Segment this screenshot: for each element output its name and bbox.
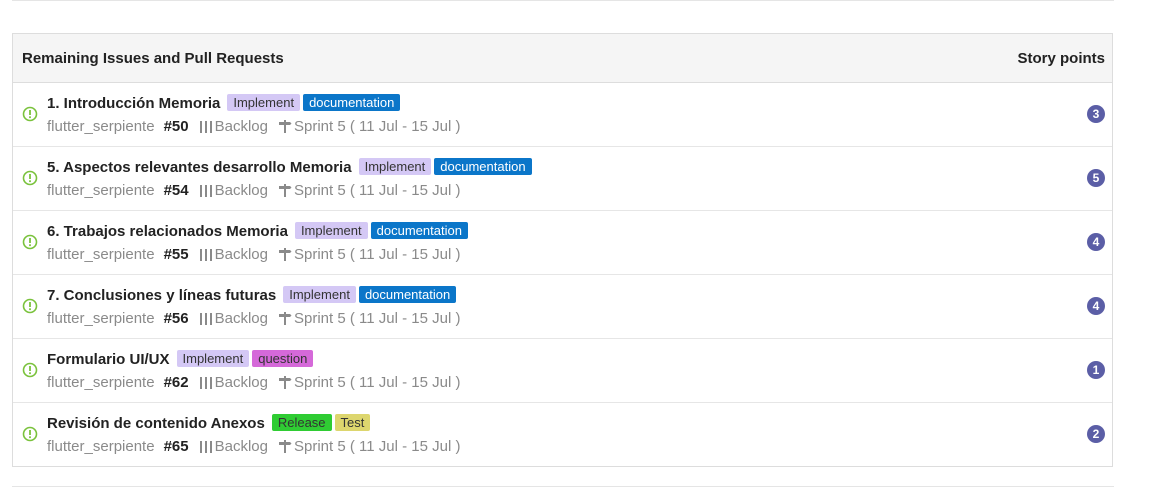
issue-row[interactable]: 5. Aspectos relevantes desarrollo Memori… — [13, 147, 1112, 211]
issue-milestone[interactable]: Sprint 5 ( 11 Jul - 15 Jul ) — [294, 246, 460, 263]
pipeline-icon — [199, 312, 213, 326]
issue-repo[interactable]: flutter_serpiente — [47, 438, 155, 455]
issue-label[interactable]: Implement — [227, 94, 301, 111]
issue-label[interactable]: documentation — [303, 94, 401, 111]
issue-number[interactable]: #56 — [164, 310, 189, 327]
issue-pipeline-status: Backlog — [214, 374, 268, 391]
issue-title[interactable]: 5. Aspectos relevantes desarrollo Memori… — [47, 159, 352, 176]
issue-label[interactable]: Implement — [358, 158, 432, 175]
issue-labels: Release Test — [271, 414, 374, 432]
issue-title-line: 6. Trabajos relacionados Memoria Impleme… — [47, 222, 471, 240]
remaining-issues-panel: Remaining Issues and Pull Requests Story… — [12, 33, 1113, 467]
issue-open-icon — [22, 426, 38, 442]
issue-label[interactable]: documentation — [358, 286, 457, 303]
issue-repo[interactable]: flutter_serpiente — [47, 246, 155, 263]
issue-title[interactable]: Revisión de contenido Anexos — [47, 415, 265, 432]
issue-meta-line: flutter_serpiente #62 Backlog Sprint 5 (… — [47, 374, 460, 391]
issue-pipeline-status: Backlog — [214, 246, 268, 263]
issue-labels: Implement documentation — [358, 158, 535, 176]
issue-row[interactable]: 7. Conclusiones y líneas futuras Impleme… — [13, 275, 1112, 339]
pipeline-icon — [199, 184, 213, 198]
issue-number[interactable]: #50 — [164, 118, 189, 135]
issue-pipeline-status: Backlog — [214, 182, 268, 199]
issue-title-line: Formulario UI/UX Implement question — [47, 350, 316, 368]
issue-pipeline-status: Backlog — [214, 438, 268, 455]
issue-label[interactable]: Release — [271, 414, 332, 431]
milestone-icon — [278, 183, 292, 198]
issue-number[interactable]: #62 — [164, 374, 189, 391]
issue-pipeline-status: Backlog — [214, 118, 268, 135]
issue-pipeline-status: Backlog — [214, 310, 268, 327]
pipeline-icon — [199, 248, 213, 262]
issue-meta-line: flutter_serpiente #54 Backlog Sprint 5 (… — [47, 182, 460, 199]
issue-title[interactable]: 7. Conclusiones y líneas futuras — [47, 287, 276, 304]
issue-repo[interactable]: flutter_serpiente — [47, 118, 155, 135]
story-points-badge: 4 — [1087, 233, 1105, 251]
issue-label[interactable]: question — [252, 350, 314, 367]
issue-meta-line: flutter_serpiente #65 Backlog Sprint 5 (… — [47, 438, 460, 455]
pipeline-icon — [199, 120, 213, 134]
issue-milestone[interactable]: Sprint 5 ( 11 Jul - 15 Jul ) — [294, 374, 460, 391]
issue-label[interactable]: Implement — [283, 286, 356, 303]
issue-labels: Implement question — [176, 350, 317, 368]
panel-header: Remaining Issues and Pull Requests Story… — [13, 34, 1112, 83]
story-points-badge: 2 — [1087, 425, 1105, 443]
issue-repo[interactable]: flutter_serpiente — [47, 310, 155, 327]
issue-title-line: Revisión de contenido Anexos Release Test — [47, 414, 373, 432]
issue-row[interactable]: 1. Introducción Memoria Implement documen… — [13, 83, 1112, 147]
milestone-icon — [278, 247, 292, 262]
issue-milestone[interactable]: Sprint 5 ( 11 Jul - 15 Jul ) — [294, 118, 460, 135]
issue-open-icon — [22, 234, 38, 250]
issue-labels: Implement documentation — [294, 222, 471, 240]
issue-open-icon — [22, 106, 38, 122]
issue-number[interactable]: #65 — [164, 438, 189, 455]
issue-open-icon — [22, 362, 38, 378]
issue-title[interactable]: 6. Trabajos relacionados Memoria — [47, 223, 288, 240]
issue-title-line: 1. Introducción Memoria Implement documen… — [47, 94, 403, 112]
issue-number[interactable]: #55 — [164, 246, 189, 263]
issue-label[interactable]: Implement — [294, 222, 368, 239]
issue-repo[interactable]: flutter_serpiente — [47, 374, 155, 391]
milestone-icon — [278, 439, 292, 454]
top-divider — [12, 0, 1114, 1]
pipeline-icon — [199, 376, 213, 390]
issue-repo[interactable]: flutter_serpiente — [47, 182, 155, 199]
issue-label[interactable]: Implement — [176, 350, 250, 367]
story-points-badge: 3 — [1087, 105, 1105, 123]
pipeline-icon — [199, 440, 213, 454]
issue-open-icon — [22, 298, 38, 314]
issue-row[interactable]: Formulario UI/UX Implement question flutt… — [13, 339, 1112, 403]
story-points-badge: 1 — [1087, 361, 1105, 379]
issue-row[interactable]: Revisión de contenido Anexos Release Test… — [13, 403, 1112, 467]
issue-title-line: 7. Conclusiones y líneas futuras Impleme… — [47, 286, 459, 304]
panel-title: Remaining Issues and Pull Requests — [22, 49, 284, 67]
issue-labels: Implement documentation — [227, 94, 403, 112]
issue-labels: Implement documentation — [283, 286, 459, 304]
issue-open-icon — [22, 170, 38, 186]
milestone-icon — [278, 375, 292, 390]
issue-label[interactable]: documentation — [370, 222, 468, 239]
issue-row[interactable]: 6. Trabajos relacionados Memoria Impleme… — [13, 211, 1112, 275]
issue-milestone[interactable]: Sprint 5 ( 11 Jul - 15 Jul ) — [294, 438, 460, 455]
issue-list: 1. Introducción Memoria Implement documen… — [13, 83, 1112, 467]
issue-title-line: 5. Aspectos relevantes desarrollo Memori… — [47, 158, 535, 176]
milestone-icon — [278, 311, 292, 326]
issue-meta-line: flutter_serpiente #56 Backlog Sprint 5 (… — [47, 310, 460, 327]
issue-meta-line: flutter_serpiente #50 Backlog Sprint 5 (… — [47, 118, 460, 135]
issue-label[interactable]: documentation — [434, 158, 532, 175]
story-points-header: Story points — [1017, 49, 1105, 67]
story-points-badge: 4 — [1087, 297, 1105, 315]
issue-number[interactable]: #54 — [164, 182, 189, 199]
story-points-badge: 5 — [1087, 169, 1105, 187]
milestone-icon — [278, 119, 292, 134]
issue-milestone[interactable]: Sprint 5 ( 11 Jul - 15 Jul ) — [294, 182, 460, 199]
issue-label[interactable]: Test — [334, 414, 371, 431]
issue-milestone[interactable]: Sprint 5 ( 11 Jul - 15 Jul ) — [294, 310, 460, 327]
issue-title[interactable]: 1. Introducción Memoria — [47, 95, 220, 112]
issue-meta-line: flutter_serpiente #55 Backlog Sprint 5 (… — [47, 246, 460, 263]
issue-title[interactable]: Formulario UI/UX — [47, 351, 170, 368]
